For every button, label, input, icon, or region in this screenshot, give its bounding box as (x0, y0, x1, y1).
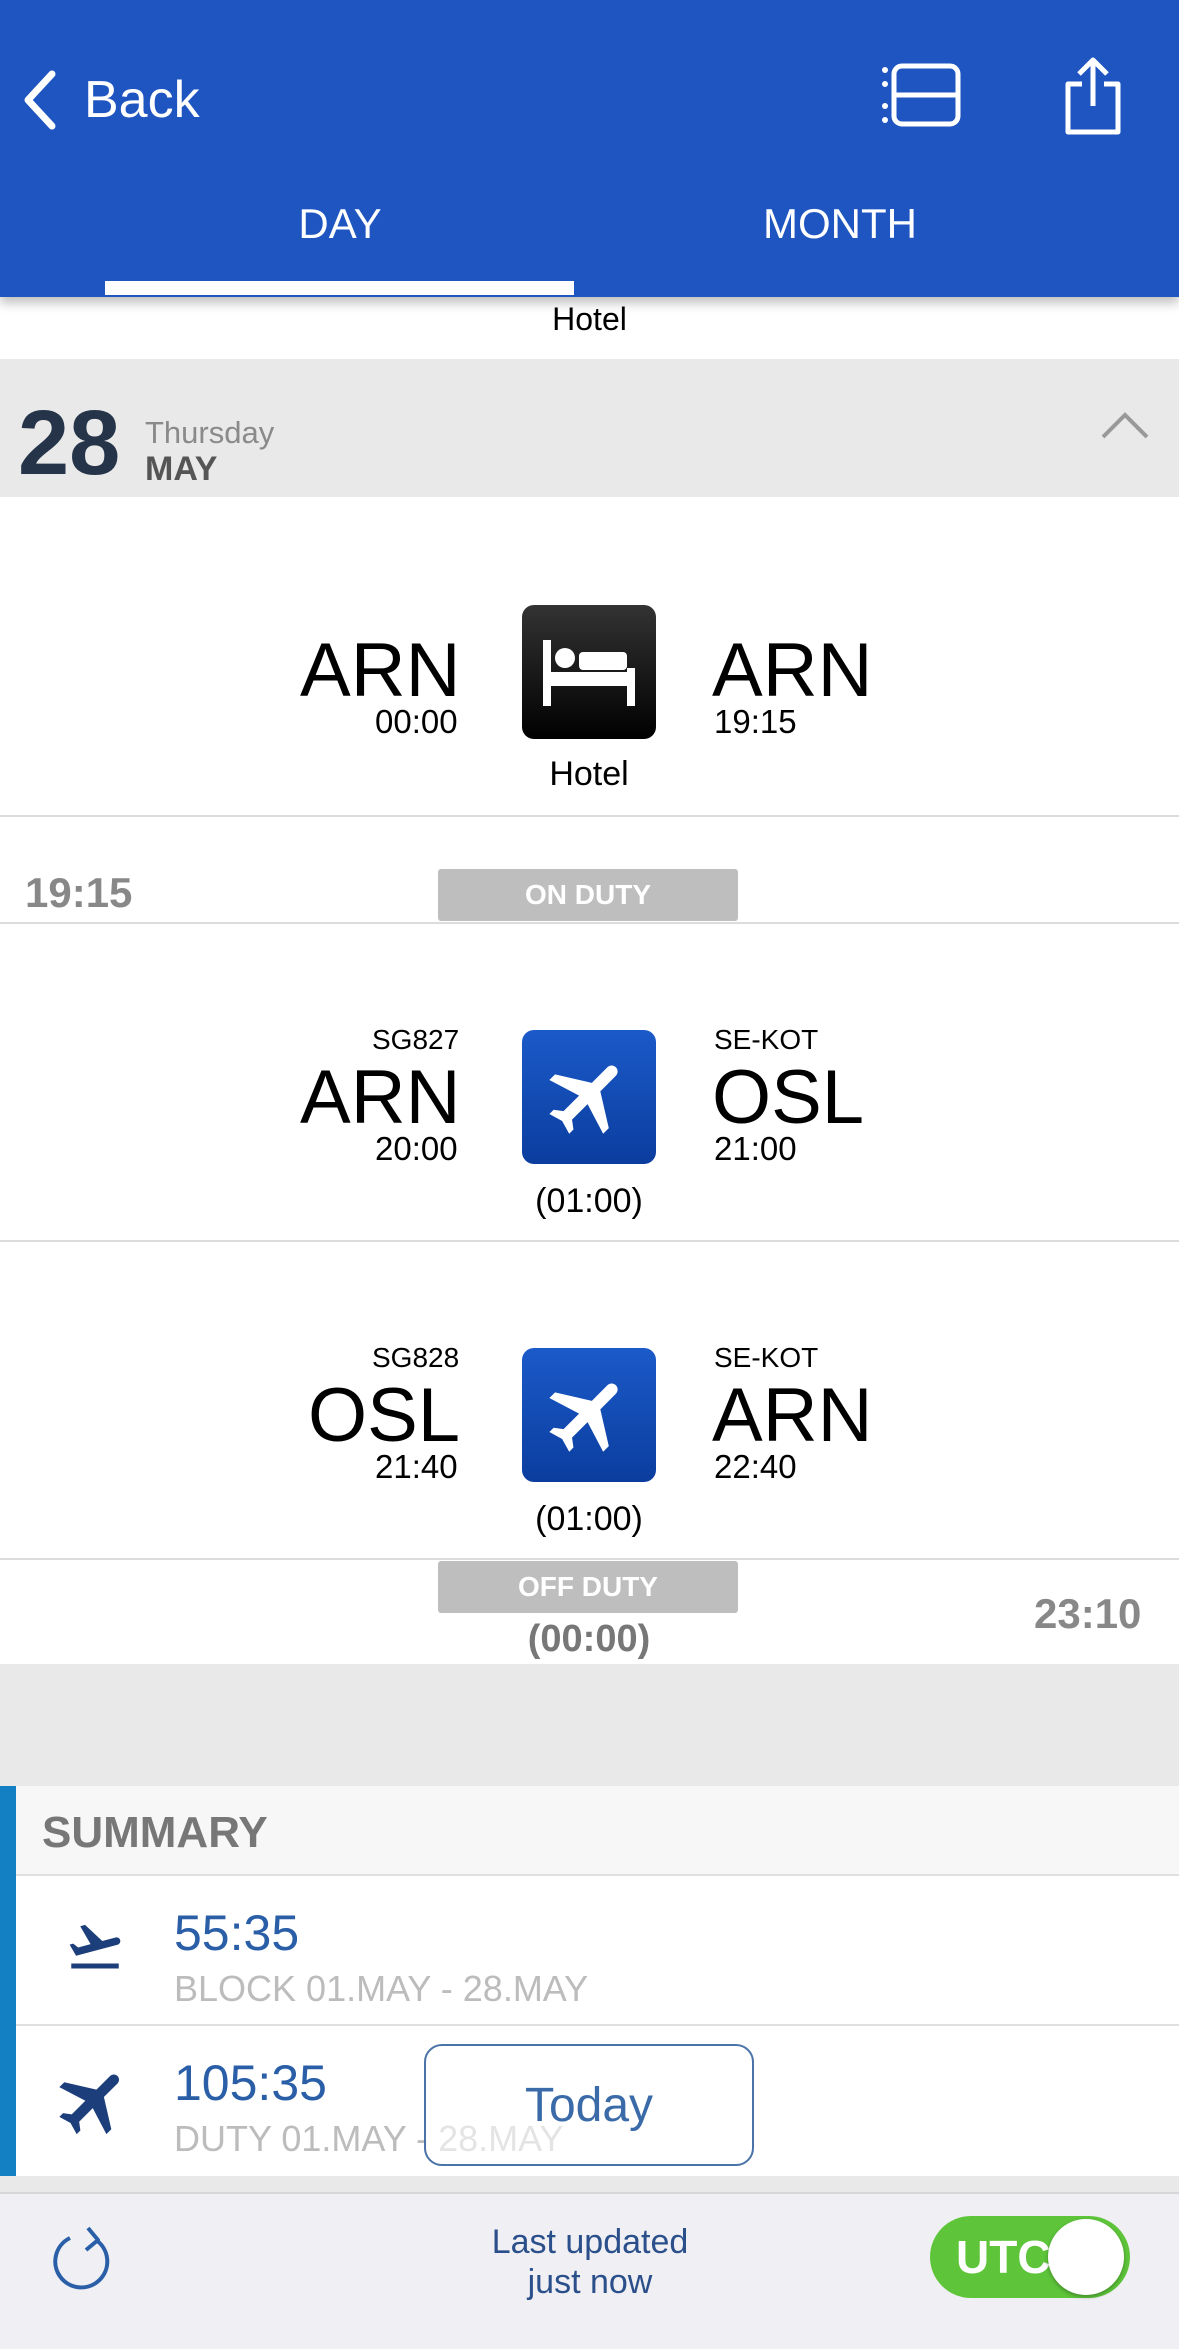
airplane-icon (522, 1030, 656, 1164)
flight-number: SG828 (372, 1342, 460, 1373)
destination-time: 19:15 (714, 703, 797, 740)
origin-code: ARN (300, 1055, 461, 1140)
day-month: MAY (145, 450, 218, 488)
flight-card[interactable]: SG828 OSL 21:40 SE-KOT ARN 22:40 (01:00) (0, 1242, 1179, 1558)
flight-card[interactable]: SG827 ARN 20:00 SE-KOT OSL 21:00 (01:00) (0, 924, 1179, 1240)
duty-hours: 105:35 (174, 2055, 327, 2111)
departure-time: 20:00 (375, 1130, 458, 1167)
on-duty-badge: ON DUTY (438, 869, 738, 921)
today-button[interactable]: Today (424, 2044, 754, 2166)
tab-month[interactable]: MONTH (605, 200, 1075, 248)
on-duty-time: 19:15 (25, 869, 133, 916)
refresh-icon[interactable] (50, 2224, 116, 2296)
block-hours: 55:35 (174, 1905, 300, 1961)
origin-time: 00:00 (375, 703, 458, 740)
navigation-header: Back DAY MONTH (0, 0, 1179, 297)
off-duty-row: OFF DUTY (00:00) 23:10 (0, 1560, 1179, 1664)
summary-title: SUMMARY (42, 1808, 268, 1857)
tab-day[interactable]: DAY (105, 200, 575, 248)
summary-accent-bar (0, 1786, 16, 2176)
airplane-takeoff-icon (69, 1924, 121, 1969)
chevron-left-icon (24, 70, 56, 130)
last-updated: Last updated just now (440, 2222, 740, 2302)
hotel-label: Hotel (549, 755, 629, 793)
off-duty-duration: (00:00) (527, 1618, 651, 1660)
block-period: BLOCK 01.MAY - 28.MAY (174, 1968, 589, 2009)
last-updated-line2: just now (527, 2263, 653, 2301)
previous-hotel-card[interactable]: Hotel (0, 297, 1179, 359)
chevron-up-icon[interactable] (1100, 411, 1150, 441)
destination-code: OSL (712, 1055, 865, 1140)
flight-duration: (01:00) (535, 1182, 643, 1220)
aircraft-registration: SE-KOT (714, 1342, 819, 1373)
summary-row-block[interactable]: 55:35 BLOCK 01.MAY - 28.MAY (0, 1876, 1179, 2026)
arrival-time: 22:40 (714, 1448, 797, 1485)
back-button[interactable]: Back (22, 60, 200, 140)
origin-code: OSL (308, 1373, 461, 1458)
hotel-card[interactable]: ARN 00:00 ARN 19:15 Hotel (0, 497, 1179, 815)
last-updated-line1: Last updated (491, 2223, 689, 2261)
off-duty-time: 23:10 (1034, 1590, 1142, 1637)
destination-code: ARN (712, 628, 873, 713)
active-tab-indicator (105, 281, 574, 295)
origin-code: ARN (300, 628, 461, 713)
summary-header: SUMMARY (0, 1786, 1179, 1876)
airplane-icon (522, 1348, 656, 1482)
day-header[interactable]: 28 Thursday MAY (0, 359, 1179, 497)
utc-toggle[interactable]: UTC (930, 2216, 1130, 2298)
aircraft-registration: SE-KOT (714, 1024, 819, 1055)
on-duty-row: 19:15 ON DUTY (0, 817, 1179, 922)
flight-number: SG827 (372, 1024, 460, 1055)
departure-time: 21:40 (375, 1448, 458, 1485)
share-icon[interactable] (1062, 56, 1124, 141)
toggle-knob (1048, 2219, 1124, 2295)
off-duty-badge: OFF DUTY (438, 1561, 738, 1613)
arrival-time: 21:00 (714, 1130, 797, 1167)
utc-label: UTC (956, 2231, 1051, 2283)
flight-duration: (01:00) (535, 1500, 643, 1538)
back-label: Back (84, 71, 200, 129)
list-view-icon[interactable] (880, 62, 962, 133)
day-number: 28 (18, 392, 121, 494)
day-weekday: Thursday (145, 415, 275, 450)
hotel-label: Hotel (552, 301, 627, 337)
destination-code: ARN (712, 1373, 873, 1458)
airplane-icon (59, 2074, 120, 2135)
bed-icon (522, 605, 656, 739)
